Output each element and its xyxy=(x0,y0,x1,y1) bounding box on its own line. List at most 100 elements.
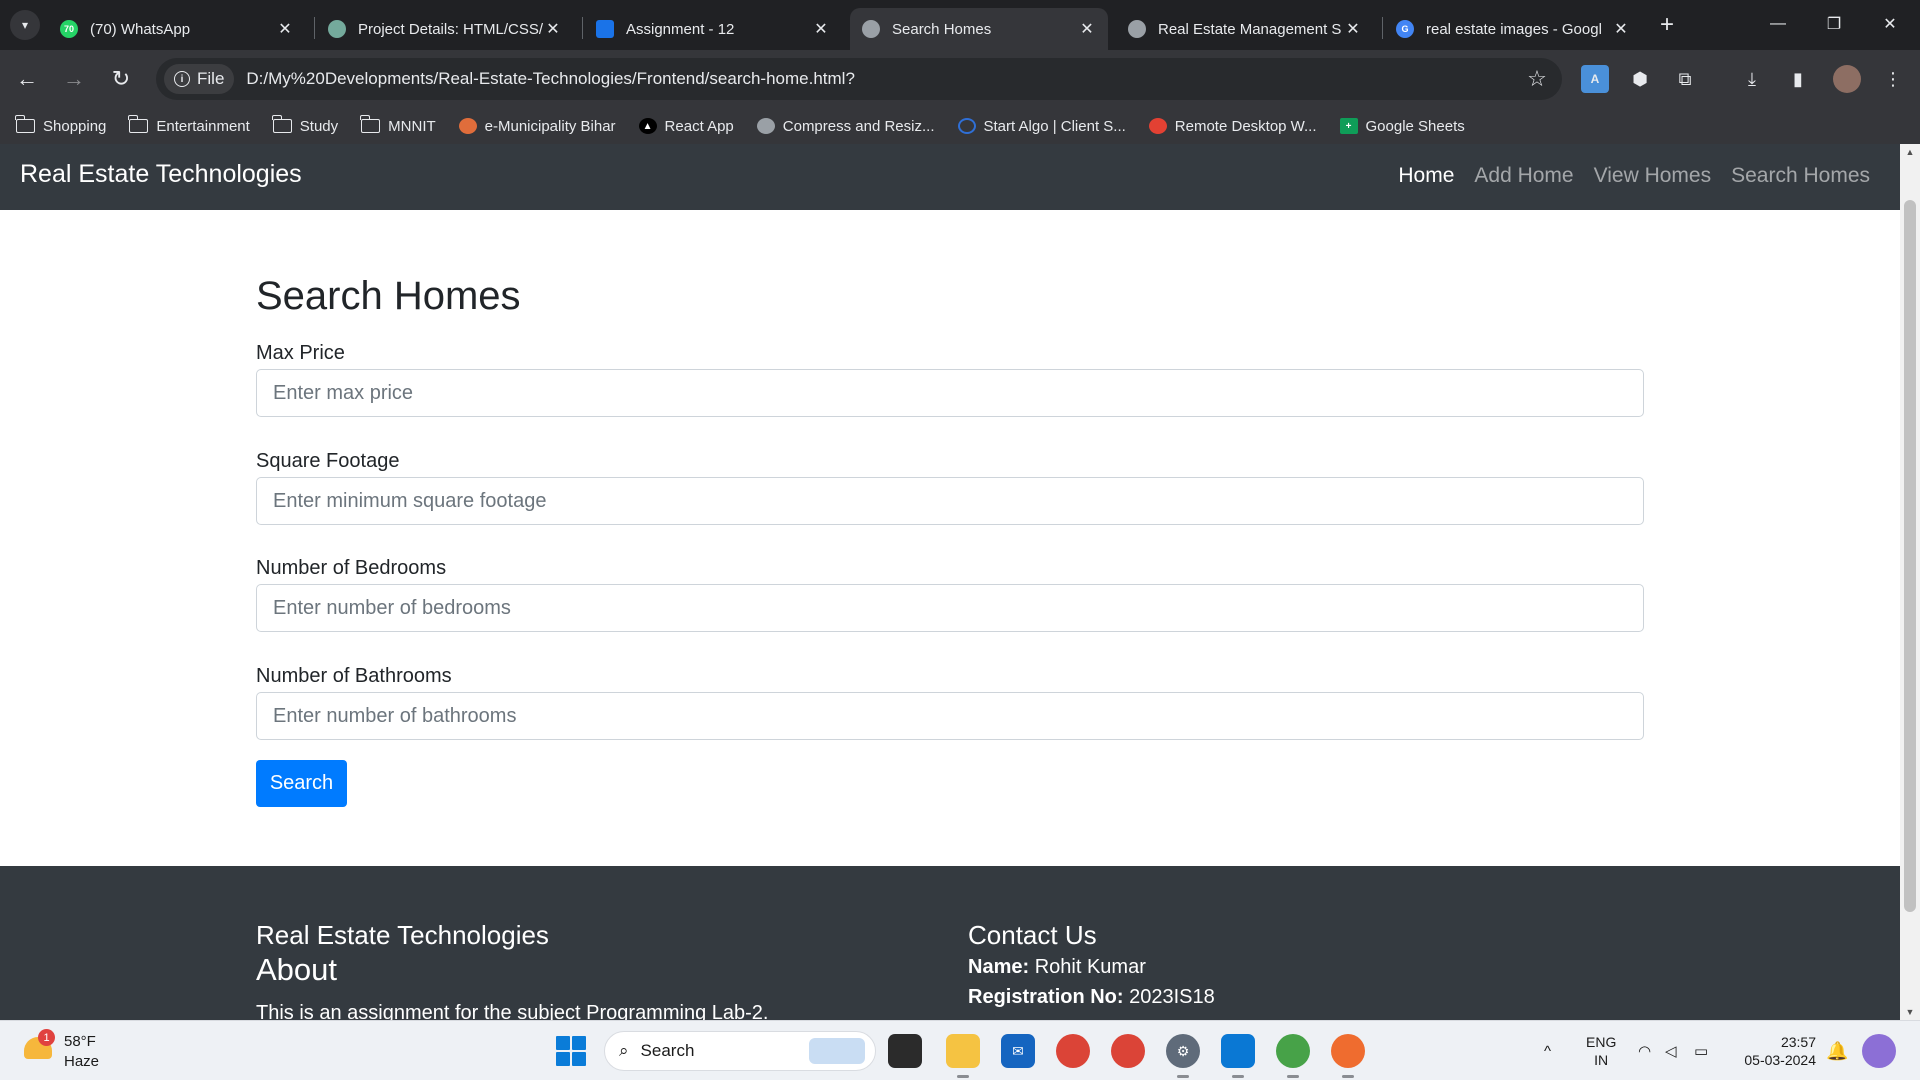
bedrooms-label: Number of Bedrooms xyxy=(256,557,447,579)
download-icon[interactable]: ⤓ xyxy=(1738,65,1766,93)
minimize-button[interactable]: — xyxy=(1750,0,1806,48)
tab-project-details[interactable]: Project Details: HTML/CSS/ ✕ xyxy=(316,8,574,50)
extensions-puzzle-icon[interactable]: ⧉ xyxy=(1671,65,1699,93)
close-tab-icon[interactable]: ✕ xyxy=(544,19,562,39)
bookmark-mnnit[interactable]: MNNIT xyxy=(360,115,436,135)
bookmark-react-app[interactable]: ▲ React App xyxy=(638,118,734,135)
bookmark-e-municipality[interactable]: e-Municipality Bihar xyxy=(458,117,616,135)
bookmark-label: Entertainment xyxy=(156,117,250,135)
mail-icon[interactable]: ✉ xyxy=(1001,1034,1035,1068)
chatgpt-icon xyxy=(328,20,346,38)
registration-label: Registration No: xyxy=(968,986,1124,1008)
close-tab-icon[interactable]: ✕ xyxy=(276,19,294,39)
tab-title: Project Details: HTML/CSS/ xyxy=(358,20,544,38)
site-footer: Real Estate Technologies About This is a… xyxy=(0,866,1900,1020)
bathrooms-input[interactable] xyxy=(256,692,1644,740)
bookmark-entertainment[interactable]: Entertainment xyxy=(128,115,250,135)
close-tab-icon[interactable]: ✕ xyxy=(1078,19,1096,39)
tab-google-images[interactable]: G real estate images - Googl ✕ xyxy=(1384,8,1642,50)
site-brand[interactable]: Real Estate Technologies xyxy=(20,160,302,189)
globe-icon xyxy=(1128,20,1146,38)
address-bar[interactable]: i File D:/My%20Developments/Real-Estate-… xyxy=(156,58,1562,100)
footer-contact-registration: Registration No: 2023IS18 xyxy=(968,986,1215,1009)
notification-bell-icon[interactable]: 🔔 xyxy=(1826,1021,1848,1080)
bookmark-compress[interactable]: Compress and Resiz... xyxy=(756,117,935,135)
square-footage-input[interactable] xyxy=(256,477,1644,525)
close-tab-icon[interactable]: ✕ xyxy=(812,19,830,39)
bookmark-google-sheets[interactable]: + Google Sheets xyxy=(1339,118,1465,135)
site-info-label: File xyxy=(197,69,225,88)
cube-extension-icon[interactable]: ⬢ xyxy=(1626,65,1654,93)
url-text[interactable]: D:/My%20Developments/Real-Estate-Technol… xyxy=(246,69,1520,89)
max-price-input[interactable] xyxy=(256,369,1644,417)
scrollbar-thumb[interactable] xyxy=(1904,200,1916,912)
bookmark-label: e-Municipality Bihar xyxy=(484,117,616,135)
page-scrollbar[interactable]: ▲ ▼ xyxy=(1900,144,1920,1020)
forward-button[interactable]: → xyxy=(57,62,91,96)
profile-avatar[interactable] xyxy=(1833,65,1861,93)
bookmark-label: Start Algo | Client S... xyxy=(983,117,1126,135)
nav-link-search-homes[interactable]: Search Homes xyxy=(1731,164,1870,188)
language-indicator[interactable]: ENG IN xyxy=(1586,1033,1616,1069)
new-tab-button[interactable]: + xyxy=(1652,10,1682,40)
tab-whatsapp[interactable]: 70 (70) WhatsApp ✕ xyxy=(48,8,306,50)
bookmark-start-algo[interactable]: Start Algo | Client S... xyxy=(957,117,1126,135)
tab-real-estate-management[interactable]: Real Estate Management S ✕ xyxy=(1116,8,1374,50)
postman-icon[interactable] xyxy=(1331,1034,1365,1078)
file-explorer-icon[interactable] xyxy=(946,1034,980,1078)
weather-condition: Haze xyxy=(64,1053,100,1070)
bookmark-star-icon[interactable]: ☆ xyxy=(1520,66,1554,92)
bookmark-label: Compress and Resiz... xyxy=(782,117,935,135)
taskbar-search[interactable]: ⌕ Search xyxy=(604,1031,876,1071)
nav-link-view-homes[interactable]: View Homes xyxy=(1594,164,1712,188)
chrome-profile-icon[interactable] xyxy=(1111,1034,1145,1068)
side-panel-icon[interactable]: ▮ xyxy=(1784,65,1812,93)
close-window-button[interactable]: ✕ xyxy=(1862,0,1918,48)
clock-time: 23:57 xyxy=(1780,1034,1816,1050)
close-tab-icon[interactable]: ✕ xyxy=(1344,19,1362,39)
show-hidden-icons-chevron-icon[interactable]: ^ xyxy=(1544,1021,1551,1080)
bookmarks-bar: Shopping Entertainment Study MNNIT e-Mun… xyxy=(0,108,1920,144)
chrome-icon[interactable] xyxy=(1056,1034,1090,1068)
page-viewport: Real Estate Technologies Home Add Home V… xyxy=(0,144,1920,1020)
reload-button[interactable]: ↻ xyxy=(104,62,138,96)
volume-icon[interactable]: ◁ xyxy=(1665,1021,1677,1080)
tab-search-button[interactable]: ▾ xyxy=(10,10,40,40)
footer-about-text: This is an assignment for the subject Pr… xyxy=(256,1002,769,1020)
bedrooms-input[interactable] xyxy=(256,584,1644,632)
tab-title: (70) WhatsApp xyxy=(90,20,191,38)
scroll-down-arrow-icon[interactable]: ▼ xyxy=(1900,1004,1920,1020)
copilot-icon[interactable] xyxy=(1862,1034,1896,1068)
scroll-up-arrow-icon[interactable]: ▲ xyxy=(1900,144,1920,160)
footer-contact-heading: Contact Us xyxy=(968,920,1097,950)
menu-kebab-icon[interactable]: ⋮ xyxy=(1879,65,1907,93)
task-view-icon[interactable] xyxy=(888,1034,922,1068)
nav-link-home[interactable]: Home xyxy=(1398,164,1454,188)
bookmark-study[interactable]: Study xyxy=(271,115,338,135)
weather-widget[interactable]: 1 58°F Haze xyxy=(18,1029,168,1073)
search-highlight-icon xyxy=(809,1038,865,1064)
max-price-label: Max Price xyxy=(256,342,345,364)
back-button[interactable]: ← xyxy=(10,62,44,96)
battery-icon[interactable]: ▭ xyxy=(1694,1021,1708,1080)
google-icon: G xyxy=(1396,20,1414,38)
tab-search-homes[interactable]: Search Homes ✕ xyxy=(850,8,1108,50)
translate-extension-icon[interactable]: A xyxy=(1581,65,1609,93)
globe-icon xyxy=(756,118,775,134)
wifi-icon[interactable]: ◠ xyxy=(1638,1021,1651,1080)
restore-button[interactable]: ❐ xyxy=(1806,0,1862,48)
bookmark-remote-desktop[interactable]: Remote Desktop W... xyxy=(1148,118,1317,135)
vscode-icon[interactable] xyxy=(1221,1034,1255,1078)
system-clock[interactable]: 23:57 05-03-2024 xyxy=(1736,1033,1816,1069)
bookmark-label: MNNIT xyxy=(388,117,436,135)
mongodb-compass-icon[interactable] xyxy=(1276,1034,1310,1078)
folder-icon xyxy=(128,115,149,133)
settings-icon[interactable]: ⚙ xyxy=(1166,1034,1200,1078)
start-button[interactable] xyxy=(556,1036,586,1066)
nav-link-add-home[interactable]: Add Home xyxy=(1474,164,1573,188)
bookmark-shopping[interactable]: Shopping xyxy=(15,115,106,135)
site-info-chip[interactable]: i File xyxy=(164,64,235,94)
tab-assignment[interactable]: Assignment - 12 ✕ xyxy=(584,8,842,50)
search-button[interactable]: Search xyxy=(256,760,347,807)
close-tab-icon[interactable]: ✕ xyxy=(1612,19,1630,39)
